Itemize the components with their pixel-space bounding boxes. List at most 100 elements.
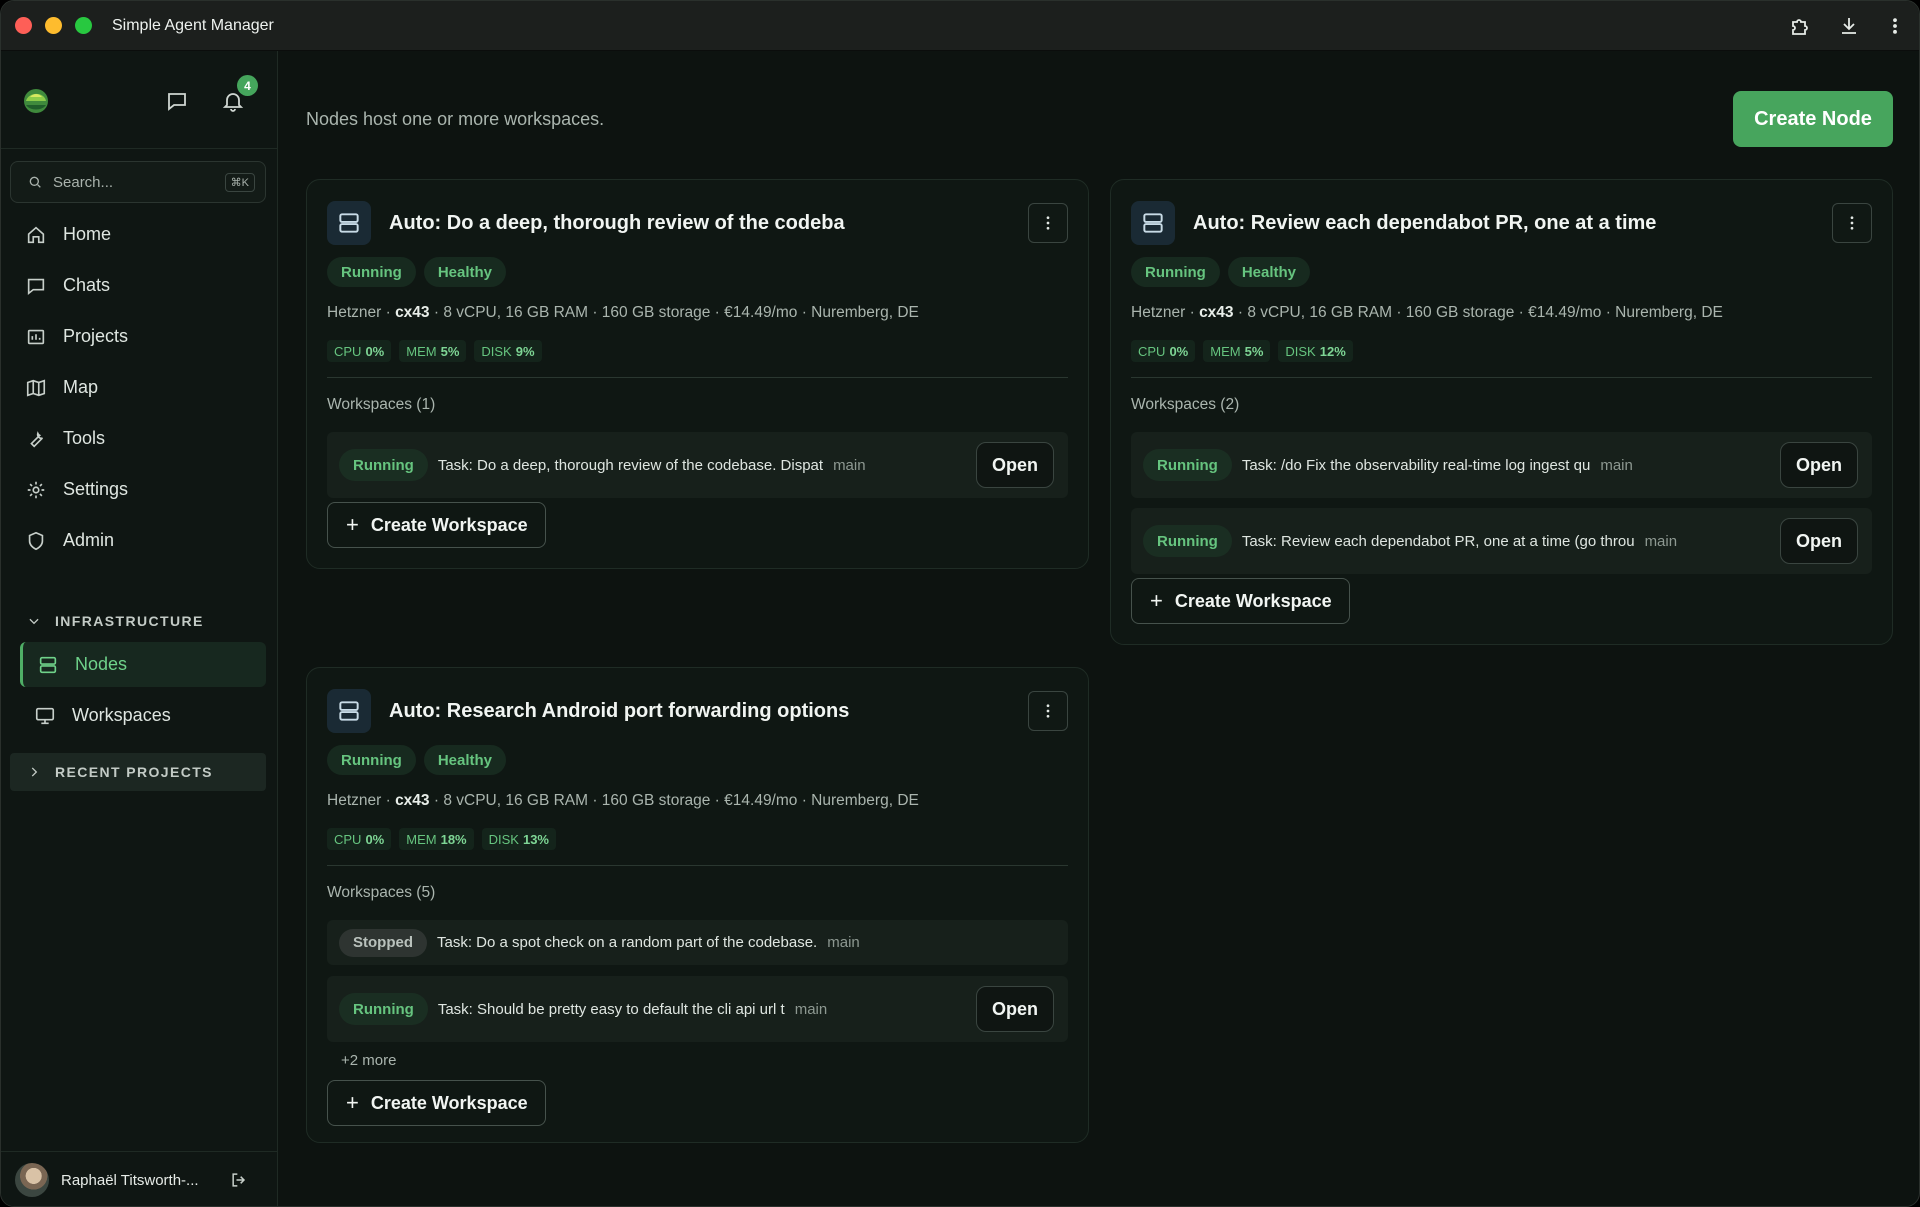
provider: Hetzner bbox=[327, 792, 382, 809]
cpu-metric: CPU 0% bbox=[327, 340, 392, 362]
node-menu-button[interactable] bbox=[1832, 203, 1872, 243]
create-workspace-button[interactable]: + Create Workspace bbox=[1131, 578, 1350, 624]
gear-icon bbox=[27, 481, 45, 498]
chevron-right-icon bbox=[31, 767, 38, 777]
node-title[interactable]: Auto: Review each dependabot PR, one at … bbox=[1193, 212, 1656, 235]
close-window-button[interactable] bbox=[15, 17, 32, 34]
infrastructure-section-toggle[interactable]: INFRASTRUCTURE bbox=[1, 602, 278, 640]
cpu-metric: CPU 0% bbox=[1131, 340, 1196, 362]
health-badge: Healthy bbox=[423, 745, 507, 775]
open-workspace-button[interactable]: Open bbox=[976, 986, 1054, 1032]
cpu-metric: CPU 0% bbox=[327, 828, 392, 850]
nav-item-label: Chats bbox=[63, 275, 111, 295]
node-card: Auto: Do a deep, thorough review of the … bbox=[306, 179, 1089, 569]
projects-icon bbox=[27, 329, 45, 344]
server-icon bbox=[327, 201, 371, 245]
user-profile[interactable]: Raphaël Titsworth-... bbox=[1, 1151, 278, 1206]
nav-item-label: Tools bbox=[63, 428, 106, 448]
workspace-status-badge: Running bbox=[339, 993, 428, 1025]
nav-item-chats[interactable]: Chats bbox=[1, 260, 278, 311]
workspace-branch: main bbox=[794, 1000, 828, 1018]
title-bar-actions bbox=[1789, 1, 1905, 51]
create-workspace-button[interactable]: + Create Workspace bbox=[327, 1080, 546, 1126]
spec-details: 8 vCPU, 16 GB RAM · 160 GB storage · €14… bbox=[1247, 304, 1723, 321]
home-icon bbox=[27, 226, 45, 243]
more-vertical-icon bbox=[1046, 216, 1050, 230]
divider bbox=[1131, 377, 1872, 378]
nav-item-map[interactable]: Map bbox=[1, 362, 278, 413]
status-badge: Running bbox=[327, 745, 416, 775]
workspace-status-badge: Stopped bbox=[339, 928, 427, 957]
server-icon bbox=[327, 689, 371, 733]
node-title[interactable]: Auto: Research Android port forwarding o… bbox=[389, 700, 849, 723]
sidebar-header: 4 bbox=[1, 51, 277, 149]
more-vertical-icon[interactable] bbox=[1885, 14, 1905, 38]
disk-metric: DISK 13% bbox=[481, 828, 556, 850]
open-workspace-button[interactable]: Open bbox=[976, 442, 1054, 488]
workspace-task: Task: Do a deep, thorough review of the … bbox=[437, 456, 824, 474]
more-workspaces-link[interactable]: +2 more bbox=[341, 1052, 396, 1069]
open-workspace-button[interactable]: Open bbox=[1780, 518, 1858, 564]
workspace-task: Task: Should be pretty easy to default t… bbox=[437, 1000, 785, 1018]
more-vertical-icon bbox=[1850, 216, 1854, 230]
open-workspace-button[interactable]: Open bbox=[1780, 442, 1858, 488]
search-input[interactable] bbox=[53, 173, 213, 191]
create-node-button[interactable]: Create Node bbox=[1733, 91, 1893, 147]
extension-icon[interactable] bbox=[1789, 14, 1813, 38]
node-card: Auto: Research Android port forwarding o… bbox=[306, 667, 1089, 1143]
message-icon bbox=[168, 93, 186, 111]
minimize-window-button[interactable] bbox=[45, 17, 62, 34]
nav-item-admin[interactable]: Admin bbox=[1, 515, 278, 566]
search-box[interactable]: ⌘K bbox=[10, 161, 266, 203]
node-metrics: CPU 0% MEM 18% DISK 13% bbox=[327, 828, 556, 850]
mem-metric: MEM 5% bbox=[1203, 340, 1271, 362]
node-menu-button[interactable] bbox=[1028, 691, 1068, 731]
sidebar-item-nodes[interactable]: Nodes bbox=[20, 642, 266, 687]
plus-icon: + bbox=[346, 512, 359, 537]
nav-item-tools[interactable]: Tools bbox=[1, 413, 278, 464]
nav-item-home[interactable]: Home bbox=[1, 209, 278, 260]
node-card-header: Auto: Review each dependabot PR, one at … bbox=[1131, 201, 1872, 245]
title-bar: Simple Agent Manager bbox=[1, 1, 1919, 51]
nav-item-projects[interactable]: Projects bbox=[1, 311, 278, 362]
window-controls bbox=[15, 17, 92, 34]
create-workspace-button[interactable]: + Create Workspace bbox=[327, 502, 546, 548]
sidebar-item-label: Nodes bbox=[75, 654, 128, 674]
plus-icon: + bbox=[1150, 588, 1163, 613]
workspace-branch: main bbox=[1600, 456, 1633, 474]
node-menu-button[interactable] bbox=[1028, 203, 1068, 243]
app-window: Simple Agent Manager 4 Search... ⌘K Home… bbox=[0, 0, 1920, 1207]
workspace-status-badge: Running bbox=[1143, 449, 1232, 481]
workspaces-count: Workspaces (5) bbox=[327, 884, 436, 901]
nav-item-label: Admin bbox=[63, 530, 115, 550]
node-status-badges: Running Healthy bbox=[327, 257, 507, 287]
sidebar-item-workspaces[interactable]: Workspaces bbox=[20, 693, 266, 738]
main-content: Nodes host one or more workspaces. Creat… bbox=[279, 51, 1919, 1206]
provider: Hetzner bbox=[1131, 304, 1186, 321]
workspaces-count: Workspaces (2) bbox=[1131, 396, 1240, 413]
workspace-row: Running Task: Review each dependabot PR,… bbox=[1131, 508, 1872, 574]
app-title: Simple Agent Manager bbox=[112, 16, 274, 34]
logout-icon[interactable] bbox=[229, 1170, 249, 1190]
maximize-window-button[interactable] bbox=[75, 17, 92, 34]
health-badge: Healthy bbox=[423, 257, 507, 287]
status-badge: Running bbox=[1131, 257, 1220, 287]
app-logo-icon[interactable] bbox=[21, 85, 51, 115]
mem-metric: MEM 5% bbox=[399, 340, 467, 362]
node-specs: Hetzner · cx43 · 8 vCPU, 16 GB RAM · 160… bbox=[1131, 304, 1723, 321]
node-card-header: Auto: Research Android port forwarding o… bbox=[327, 689, 1068, 733]
workspace-task: Task: Review each dependabot PR, one at … bbox=[1241, 532, 1635, 550]
workspace-status-badge: Running bbox=[1143, 525, 1232, 557]
workspaces-count: Workspaces (1) bbox=[327, 396, 436, 413]
health-badge: Healthy bbox=[1227, 257, 1311, 287]
workspace-branch: main bbox=[1644, 532, 1678, 550]
more-vertical-icon bbox=[1046, 704, 1050, 718]
recent-projects-section-toggle[interactable]: RECENT PROJECTS bbox=[10, 753, 266, 791]
chats-shortcut-button[interactable] bbox=[165, 89, 189, 118]
divider bbox=[327, 377, 1068, 378]
node-title[interactable]: Auto: Do a deep, thorough review of the … bbox=[389, 212, 845, 235]
nav-item-label: Map bbox=[63, 377, 99, 397]
download-icon[interactable] bbox=[1837, 14, 1861, 38]
nav-item-settings[interactable]: Settings bbox=[1, 464, 278, 515]
nav-item-label: Projects bbox=[63, 326, 129, 346]
